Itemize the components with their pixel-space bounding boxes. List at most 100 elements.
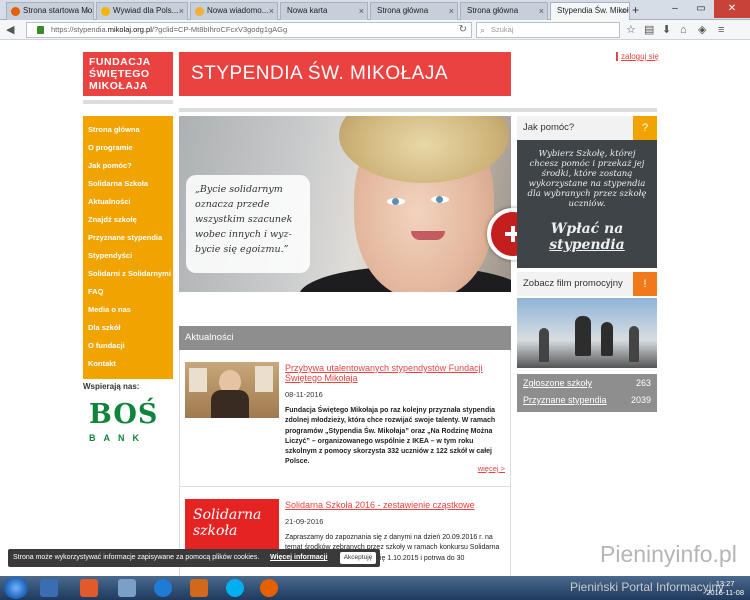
read-more-link[interactable]: więcej > — [478, 464, 505, 473]
divider — [179, 108, 657, 112]
promo-video-thumbnail[interactable] — [517, 298, 657, 368]
menu-item-about-foundation[interactable]: O fundacji — [88, 341, 125, 350]
close-icon[interactable]: × — [85, 3, 90, 19]
menu-icon[interactable]: ≡ — [718, 23, 724, 37]
foundation-logo[interactable]: FUNDACJA ŚWIĘTEGO MIKOŁAJA — [83, 52, 173, 96]
menu-item-solidarity-school[interactable]: Solidarna Szkoła — [88, 179, 148, 188]
tab-interview[interactable]: Wywiad dla Pols... × — [96, 2, 188, 20]
bookmark-star-icon[interactable]: ☆ — [626, 23, 636, 37]
news-header: Aktualności — [179, 326, 511, 350]
cookie-bar: Strona może wykorzystywać informacje zap… — [8, 549, 380, 567]
app-icon[interactable] — [80, 579, 98, 597]
home-icon[interactable]: ⌂ — [680, 23, 687, 37]
stat-scholarships[interactable]: Przyznane stypendia 2039 — [523, 395, 651, 405]
close-icon[interactable]: × — [269, 3, 274, 19]
tab-home-1[interactable]: Strona główna × — [370, 2, 458, 20]
donate-chalkboard[interactable]: Wybierz Szkołę, której chcesz pomóc i pr… — [517, 140, 657, 268]
pocket-icon[interactable]: ◈ — [698, 23, 706, 37]
bos-bank-logo[interactable]: BOŚ BANK — [83, 397, 173, 453]
thumbnail-frame — [189, 368, 207, 392]
menu-item-for-schools[interactable]: Dla szkół — [88, 323, 121, 332]
menu-item-solidarni[interactable]: Solidarni z Solidarnymi — [88, 269, 171, 278]
reading-list-icon[interactable]: ▤ — [644, 23, 654, 37]
menu-item-about-program[interactable]: O programie — [88, 143, 133, 152]
help-header: Jak pomóc? ? — [517, 116, 657, 140]
news-thumbnail[interactable] — [185, 362, 279, 418]
hero-image: „Bycie solidarnym oznacza przede wszystk… — [179, 116, 511, 292]
tab-new-tab[interactable]: Nowa karta × — [280, 2, 368, 20]
portrait-eye — [431, 196, 449, 203]
minimize-icon[interactable]: – — [662, 0, 688, 18]
menu-item-scholars[interactable]: Stypendyści — [88, 251, 132, 260]
browser-tab-bar: Strona startowa Mozilla... × Wywiad dla … — [0, 0, 750, 21]
solidarity-school-graphic: Solidarna szkoła — [193, 507, 262, 539]
explorer-icon[interactable] — [40, 579, 58, 597]
lock-icon — [37, 26, 44, 34]
start-button[interactable] — [4, 577, 28, 599]
skype-icon[interactable] — [226, 579, 244, 597]
address-bar[interactable]: https://stypendia.mikolaj.org.pl/?gclid=… — [26, 22, 472, 38]
menu-item-faq[interactable]: FAQ — [88, 287, 103, 296]
reload-icon[interactable]: ↻ — [459, 23, 467, 37]
menu-item-granted-scholarships[interactable]: Przyznane stypendia — [88, 233, 162, 242]
news-body: Fundacja Świętego Mikołaja po raz kolejn… — [285, 407, 496, 466]
thumbnail-frame — [255, 366, 273, 392]
menu-item-news[interactable]: Aktualności — [88, 197, 131, 206]
stats-panel: Zgłoszone szkoły 263 Przyznane stypendia… — [517, 374, 657, 412]
folder-icon[interactable] — [118, 579, 136, 597]
browser-nav-bar: ◀ https://stypendia.mikolaj.org.pl/?gcli… — [0, 20, 750, 40]
drive-icon — [101, 7, 110, 16]
news-item: Przybywa utalentowanych stypendystów Fun… — [179, 350, 511, 486]
menu-item-find-school[interactable]: Znajdź szkołę — [88, 215, 137, 224]
back-icon[interactable]: ◀ — [6, 23, 14, 37]
stat-schools[interactable]: Zgłoszone szkoły 263 — [523, 378, 651, 388]
tab-stypendia-active[interactable]: Stypendia Św. Mikoł... × — [550, 2, 630, 21]
page-title-banner: STYPENDIA ŚW. MIKOŁAJA — [179, 52, 511, 96]
video-tripod — [539, 328, 549, 362]
login-link[interactable]: zaloguj się — [616, 52, 659, 61]
maximize-icon[interactable]: ▭ — [688, 0, 714, 18]
mail-icon — [195, 7, 204, 16]
search-input[interactable]: ⌕ Szukaj — [476, 22, 620, 38]
web-page: FUNDACJA ŚWIĘTEGO MIKOŁAJA STYPENDIA ŚW.… — [0, 41, 750, 576]
ie-icon[interactable] — [154, 579, 172, 597]
close-icon[interactable]: × — [621, 3, 626, 19]
firefox-icon[interactable] — [260, 579, 278, 597]
news-title-link[interactable]: Solidarna Szkoła 2016 - zestawienie cząs… — [285, 500, 507, 510]
new-tab-button[interactable]: + — [632, 3, 639, 17]
video-figure — [575, 316, 591, 356]
close-icon[interactable]: × — [449, 3, 454, 19]
close-icon[interactable]: × — [539, 3, 544, 19]
tab-home-2[interactable]: Strona główna × — [460, 2, 548, 20]
tab-new-message[interactable]: Nowa wiadomo... × — [190, 2, 278, 20]
thumbnail-person-body — [211, 390, 249, 418]
hero-quote: „Bycie solidarnym oznacza przede wszystk… — [186, 175, 310, 273]
close-icon[interactable]: × — [179, 3, 184, 19]
clock[interactable]: 13:27 2016-11-08 — [706, 579, 744, 597]
firefox-icon — [11, 7, 20, 16]
news-title-link[interactable]: Przybywa utalentowanych stypendystów Fun… — [285, 363, 507, 383]
close-icon[interactable]: × — [359, 3, 364, 19]
download-icon[interactable]: ⬇ — [662, 23, 671, 37]
menu-item-home[interactable]: Strona główna — [88, 125, 140, 134]
search-icon: ⌕ — [480, 25, 486, 35]
cookie-accept-button[interactable]: Akceptuję — [340, 552, 376, 564]
video-tripod — [629, 326, 639, 362]
video-header: Zobacz film promocyjny ! — [517, 272, 657, 296]
window-controls: – ▭ ✕ — [662, 0, 750, 20]
watermark: Pieninyinfo.pl — [600, 541, 737, 567]
main-menu: Strona główna O programie Jak pomóc? Sol… — [83, 116, 173, 379]
window-close-icon[interactable]: ✕ — [714, 0, 750, 18]
tab-start-page[interactable]: Strona startowa Mozilla... × — [6, 2, 94, 20]
cookie-more-link[interactable]: Więcej informacji — [270, 549, 328, 567]
menu-item-how-to-help[interactable]: Jak pomóc? — [88, 161, 132, 170]
news-date: 08-11-2016 — [285, 390, 323, 399]
portrait-eye — [387, 198, 405, 205]
supporters-label: Wspierają nas: — [83, 382, 140, 391]
question-icon: ? — [633, 116, 657, 140]
watermark-small: Pieniński Portal Informacyjny — [570, 580, 725, 594]
menu-item-contact[interactable]: Kontakt — [88, 359, 116, 368]
media-icon[interactable] — [190, 579, 208, 597]
divider — [83, 100, 173, 104]
menu-item-media[interactable]: Media o nas — [88, 305, 131, 314]
